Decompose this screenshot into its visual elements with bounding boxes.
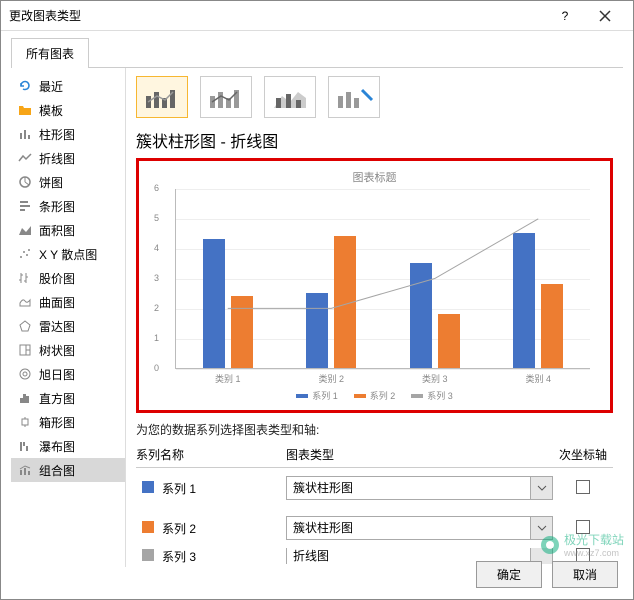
- chart-area: 0123456类别 1类别 2类别 3类别 4: [175, 189, 590, 369]
- secondary-axis-checkbox[interactable]: [576, 480, 590, 494]
- sidebar-item-histogram[interactable]: 直方图: [11, 386, 125, 410]
- series-grid-header: 系列名称 图表类型 次坐标轴: [136, 442, 613, 468]
- sidebar-item-label: 面积图: [39, 222, 75, 239]
- stock-chart-icon: [17, 270, 33, 286]
- sidebar-item-sunburst[interactable]: 旭日图: [11, 362, 125, 386]
- sidebar-item-templates[interactable]: 模板: [11, 98, 125, 122]
- tab-all-charts[interactable]: 所有图表: [11, 38, 89, 68]
- combo-subtype-3[interactable]: [264, 76, 316, 118]
- line-chart-icon: [17, 150, 33, 166]
- col-secondary-axis: 次坐标轴: [553, 446, 613, 463]
- sidebar-item-combo[interactable]: 组合图: [11, 458, 125, 482]
- legend-item-1: 系列 1: [296, 389, 338, 402]
- series-name-cell: 系列 1: [136, 480, 286, 497]
- series-type-value: 簇状柱形图: [286, 516, 531, 540]
- scatter-chart-icon: [17, 246, 33, 262]
- tab-strip: 所有图表: [1, 31, 633, 67]
- watermark-icon: [540, 535, 560, 555]
- dialog-footer: 确定 取消: [476, 561, 618, 588]
- sidebar-item-area[interactable]: 面积图: [11, 218, 125, 242]
- dialog-body: 最近 模板 柱形图 折线图 饼图 条形图 面积图 X Y 散点图 股价图 曲面图…: [11, 67, 623, 567]
- main-panel: 簇状柱形图 - 折线图 图表标题 0123456类别 1类别 2类别 3类别 4…: [126, 68, 623, 567]
- sidebar-item-radar[interactable]: 雷达图: [11, 314, 125, 338]
- combo-subtype-1[interactable]: [136, 76, 188, 118]
- series-name-cell: 系列 2: [136, 520, 286, 537]
- chevron-down-icon: [537, 485, 547, 491]
- dialog-title: 更改图表类型: [9, 7, 545, 24]
- series-config-prompt: 为您的数据系列选择图表类型和轴:: [136, 421, 613, 438]
- ok-button[interactable]: 确定: [476, 561, 542, 588]
- sidebar-item-treemap[interactable]: 树状图: [11, 338, 125, 362]
- close-icon: [599, 10, 611, 22]
- titlebar: 更改图表类型 ?: [1, 1, 633, 31]
- waterfall-icon: [17, 438, 33, 454]
- watermark-text: 极光下载站: [564, 531, 624, 548]
- sidebar-item-surface[interactable]: 曲面图: [11, 290, 125, 314]
- series-type-select[interactable]: 簇状柱形图: [286, 516, 553, 540]
- combo-subtype-custom[interactable]: [328, 76, 380, 118]
- surface-chart-icon: [17, 294, 33, 310]
- radar-chart-icon: [17, 318, 33, 334]
- sidebar-item-box[interactable]: 箱形图: [11, 410, 125, 434]
- legend-item-2: 系列 2: [354, 389, 396, 402]
- col-chart-type: 图表类型: [286, 446, 553, 463]
- sidebar-item-label: 雷达图: [39, 318, 75, 335]
- sidebar-item-label: X Y 散点图: [39, 246, 97, 263]
- sidebar-item-label: 折线图: [39, 150, 75, 167]
- histogram-icon: [17, 390, 33, 406]
- combo-chart-icon: [17, 462, 33, 478]
- sidebar-item-waterfall[interactable]: 瀑布图: [11, 434, 125, 458]
- legend-item-3: 系列 3: [411, 389, 453, 402]
- sidebar-item-label: 树状图: [39, 342, 75, 359]
- sidebar-item-label: 最近: [39, 78, 63, 95]
- chart-preview-title: 图表标题: [145, 169, 604, 185]
- pie-chart-icon: [17, 174, 33, 190]
- dropdown-button[interactable]: [531, 476, 553, 500]
- chart-preview[interactable]: 图表标题 0123456类别 1类别 2类别 3类别 4 系列 1 系列 2 系…: [136, 158, 613, 413]
- column-chart-icon: [17, 126, 33, 142]
- sidebar-item-line[interactable]: 折线图: [11, 146, 125, 170]
- chart-category-sidebar: 最近 模板 柱形图 折线图 饼图 条形图 面积图 X Y 散点图 股价图 曲面图…: [11, 68, 126, 567]
- sidebar-item-label: 饼图: [39, 174, 63, 191]
- sidebar-item-label: 股价图: [39, 270, 75, 287]
- sidebar-item-label: 条形图: [39, 198, 75, 215]
- sidebar-item-pie[interactable]: 饼图: [11, 170, 125, 194]
- watermark: 极光下载站 www.xz7.com: [540, 531, 624, 558]
- change-chart-type-dialog: 更改图表类型 ? 所有图表 最近 模板 柱形图 折线图 饼图 条形图 面积图 X…: [0, 0, 634, 600]
- help-button[interactable]: ?: [545, 2, 585, 30]
- sidebar-item-label: 柱形图: [39, 126, 75, 143]
- folder-icon: [17, 102, 33, 118]
- sunburst-icon: [17, 366, 33, 382]
- series-type-select[interactable]: 簇状柱形图: [286, 476, 553, 500]
- sidebar-item-scatter[interactable]: X Y 散点图: [11, 242, 125, 266]
- sidebar-item-label: 模板: [39, 102, 63, 119]
- chart-legend: 系列 1 系列 2 系列 3: [145, 389, 604, 402]
- area-chart-icon: [17, 222, 33, 238]
- treemap-icon: [17, 342, 33, 358]
- sidebar-item-label: 直方图: [39, 390, 75, 407]
- sidebar-item-column[interactable]: 柱形图: [11, 122, 125, 146]
- sidebar-item-label: 旭日图: [39, 366, 75, 383]
- sidebar-item-label: 曲面图: [39, 294, 75, 311]
- secondary-axis-cell: [553, 480, 613, 497]
- box-plot-icon: [17, 414, 33, 430]
- sidebar-item-label: 箱形图: [39, 414, 75, 431]
- chart-type-title: 簇状柱形图 - 折线图: [136, 128, 613, 152]
- recent-icon: [17, 78, 33, 94]
- series-row: 系列 1 簇状柱形图: [136, 468, 613, 508]
- combo-subtype-2[interactable]: [200, 76, 252, 118]
- sidebar-item-recent[interactable]: 最近: [11, 74, 125, 98]
- close-button[interactable]: [585, 2, 625, 30]
- sidebar-item-label: 组合图: [39, 462, 75, 479]
- sidebar-item-label: 瀑布图: [39, 438, 75, 455]
- bar-chart-icon: [17, 198, 33, 214]
- col-series-name: 系列名称: [136, 446, 286, 463]
- series-type-value: 簇状柱形图: [286, 476, 531, 500]
- sidebar-item-bar[interactable]: 条形图: [11, 194, 125, 218]
- combo-subtype-thumbs: [136, 76, 613, 118]
- watermark-url: www.xz7.com: [564, 548, 624, 558]
- sidebar-item-stock[interactable]: 股价图: [11, 266, 125, 290]
- cancel-button[interactable]: 取消: [552, 561, 618, 588]
